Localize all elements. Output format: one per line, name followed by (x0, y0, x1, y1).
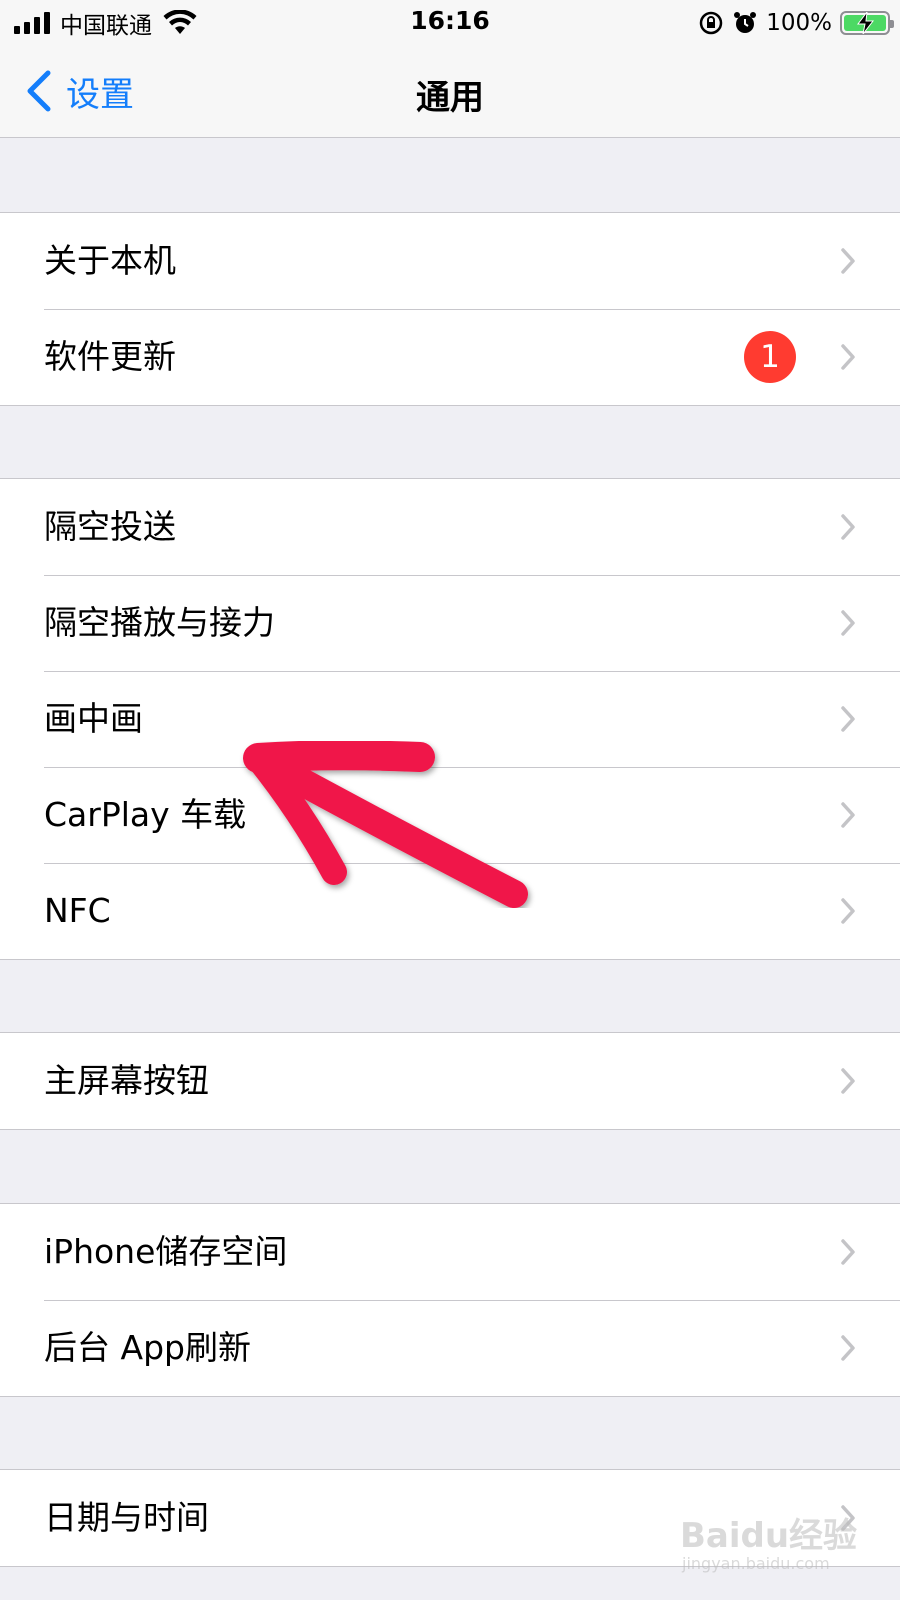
chevron-right-icon (841, 1068, 855, 1094)
row-label: 关于本机 (44, 241, 176, 280)
row-label: 画中画 (44, 699, 143, 738)
chevron-right-icon (841, 1335, 855, 1361)
status-bar: 中国联通 16:16 100% (0, 0, 900, 46)
chevron-right-icon (841, 706, 855, 732)
row-label: 隔空投送 (44, 507, 176, 546)
settings-group-about: 关于本机 软件更新 1 (0, 212, 900, 406)
row-picture-in-picture[interactable]: 画中画 (0, 671, 900, 767)
row-label: 主屏幕按钮 (44, 1061, 209, 1100)
baidu-watermark: Baidu经验 jingyan.baidu.com (680, 1508, 860, 1582)
row-background-app-refresh[interactable]: 后台 App刷新 (0, 1300, 900, 1396)
chevron-right-icon (841, 248, 855, 274)
row-airdrop[interactable]: 隔空投送 (0, 479, 900, 575)
settings-general-screen: 中国联通 16:16 100% 设置 通用 关于本机 软件更新 1 隔空投送 隔… (0, 0, 900, 1600)
alarm-icon (734, 12, 757, 33)
row-label: 隔空播放与接力 (44, 603, 275, 642)
row-label: 日期与时间 (44, 1498, 209, 1537)
battery-charging-icon (840, 11, 894, 35)
row-about[interactable]: 关于本机 (0, 213, 900, 309)
chevron-right-icon (841, 1239, 855, 1265)
page-title: 通用 (416, 78, 484, 118)
row-label: NFC (44, 891, 111, 930)
settings-group-home-button: 主屏幕按钮 (0, 1032, 900, 1130)
row-label: 软件更新 (44, 337, 176, 376)
chevron-right-icon (841, 802, 855, 828)
settings-group-connectivity: 隔空投送 隔空播放与接力 画中画 CarPlay 车载 NFC (0, 478, 900, 960)
row-nfc[interactable]: NFC (0, 863, 900, 959)
row-label: iPhone储存空间 (44, 1232, 288, 1271)
settings-group-storage: iPhone储存空间 后台 App刷新 (0, 1203, 900, 1397)
row-label: CarPlay 车载 (44, 795, 247, 834)
watermark-brand: Baidu经验 (680, 1516, 858, 1556)
row-iphone-storage[interactable]: iPhone储存空间 (0, 1204, 900, 1300)
chevron-right-icon (841, 514, 855, 540)
battery-percent: 100% (766, 10, 832, 36)
navigation-bar: 设置 通用 (0, 46, 900, 138)
row-carplay[interactable]: CarPlay 车载 (0, 767, 900, 863)
status-right: 100% (698, 8, 894, 38)
row-home-button[interactable]: 主屏幕按钮 (0, 1033, 900, 1129)
chevron-right-icon (841, 898, 855, 924)
update-badge: 1 (744, 331, 796, 383)
row-label: 后台 App刷新 (44, 1328, 251, 1367)
row-software-update[interactable]: 软件更新 1 (0, 309, 900, 405)
chevron-right-icon (841, 610, 855, 636)
chevron-right-icon (841, 344, 855, 370)
row-airplay-handoff[interactable]: 隔空播放与接力 (0, 575, 900, 671)
watermark-url: jingyan.baidu.com (682, 1554, 830, 1573)
rotation-lock-icon (699, 11, 723, 35)
